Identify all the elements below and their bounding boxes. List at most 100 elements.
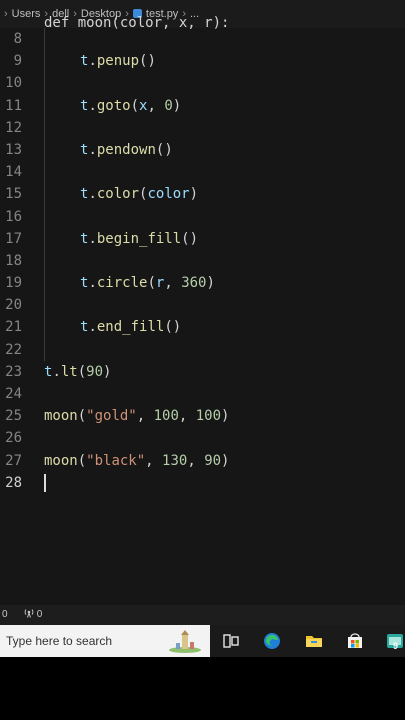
code-token: ) (103, 363, 112, 380)
code-line[interactable]: 19 t.circle(r, 360) (0, 272, 405, 295)
app-badge: 9 (393, 641, 399, 651)
task-view-icon[interactable] (222, 632, 240, 650)
text-cursor (44, 473, 46, 492)
code-token: , (136, 408, 154, 425)
code-token: () (155, 141, 173, 158)
code-token: color (96, 186, 140, 203)
code-line[interactable]: 21 t.end_fill() (0, 316, 405, 339)
indent-guide (44, 272, 45, 295)
line-number: 12 (5, 119, 22, 136)
code-line[interactable]: 15 t.color(color) (0, 183, 405, 206)
line-number: 8 (13, 31, 22, 47)
code-text: moon("black", 130, 90) (44, 450, 229, 472)
code-token: penup (96, 53, 140, 70)
code-token: ( (77, 452, 87, 469)
code-token: , (145, 452, 163, 469)
line-number: 13 (5, 141, 22, 158)
line-number: 20 (5, 297, 22, 314)
edge-icon[interactable] (263, 632, 281, 650)
indent-guide (44, 227, 45, 250)
indent-guide (44, 50, 45, 73)
status-bar: 0 0 (0, 605, 405, 625)
code-token: ( (77, 408, 87, 425)
code-text: t.circle(r, 360) (80, 272, 215, 294)
code-line[interactable]: 22 (0, 338, 405, 361)
code-token: circle (96, 275, 148, 292)
code-token: end_fill (96, 319, 165, 336)
code-token: . (88, 230, 97, 247)
code-text: t.lt(90) (44, 361, 111, 383)
line-number: 17 (5, 230, 22, 247)
taskbar-search[interactable]: Type here to search (0, 625, 210, 657)
line-number: 24 (5, 386, 22, 402)
indent-guide (44, 28, 45, 51)
indent-guide (44, 205, 45, 228)
search-highlight-icon (169, 630, 201, 653)
line-number: 16 (5, 208, 22, 225)
indent-guide (44, 294, 45, 317)
code-token: , (147, 97, 165, 114)
code-token: 90 (86, 363, 104, 380)
code-line[interactable]: 25 moon("gold", 100, 100) (0, 405, 405, 427)
line-number: 9 (13, 53, 22, 70)
code-token: 0 (164, 97, 173, 114)
code-token: begin_fill (96, 230, 182, 247)
code-line[interactable]: 18 (0, 249, 405, 273)
code-editor[interactable]: › Users › dell › Desktop › test.py ›... def moon… (0, 0, 405, 605)
code-token: ) (221, 452, 230, 469)
code-line[interactable]: 28 (0, 472, 405, 494)
code-area[interactable]: def moon(color, x, r): 8 9 t.penup() 10 11 t.g… (0, 15, 405, 494)
screen: › Users › dell › Desktop › test.py ›... def moon… (0, 0, 405, 720)
code-line[interactable]: 27 moon("black", 130, 90) (0, 450, 405, 472)
errors-count[interactable]: 0 (2, 605, 8, 625)
ports-status[interactable]: 0 (24, 605, 42, 625)
code-line[interactable]: 13 t.pendown() (0, 138, 405, 162)
line-number: 23 (5, 363, 22, 380)
code-text: t.pendown() (80, 139, 173, 161)
indent-guide (44, 338, 45, 361)
code-text: t.goto(x, 0) (80, 95, 181, 117)
code-token: ) (189, 186, 199, 203)
indent-guide (44, 183, 45, 206)
line-number: 21 (5, 319, 22, 336)
code-line[interactable]: 20 (0, 294, 405, 317)
line-number: 18 (5, 252, 22, 269)
code-line[interactable]: 8 (0, 28, 405, 51)
code-text: t.color(color) (80, 183, 198, 205)
code-token: . (88, 53, 97, 70)
code-token: goto (96, 97, 131, 114)
radio-tower-icon (24, 609, 34, 618)
code-line[interactable]: 26 (0, 427, 405, 449)
code-line[interactable]: 11 t.goto(x, 0) (0, 94, 405, 117)
code-line[interactable]: 14 (0, 161, 405, 184)
code-text: moon("gold", 100, 100) (44, 405, 229, 427)
code-token: pendown (96, 141, 156, 158)
file-explorer-icon[interactable] (305, 632, 323, 650)
indent-guide (44, 116, 45, 139)
code-line[interactable]: 24 (0, 383, 405, 405)
code-token: , (164, 275, 182, 292)
code-line[interactable]: 23 t.lt(90) (0, 361, 405, 383)
code-line[interactable]: 9 t.penup() (0, 50, 405, 73)
search-placeholder: Type here to search (6, 634, 113, 648)
code-line[interactable]: 10 (0, 72, 405, 95)
indent-guide (44, 138, 45, 162)
indent-guide (44, 161, 45, 184)
code-token: ( (130, 97, 140, 114)
code-line[interactable]: 12 (0, 116, 405, 139)
store-icon[interactable] (346, 632, 364, 650)
code-token: "black" (86, 452, 146, 469)
code-token: ) (221, 408, 230, 425)
code-token: . (88, 319, 97, 336)
code-token: lt (60, 363, 78, 380)
code-token: ) (206, 275, 215, 292)
code-token: () (139, 53, 156, 70)
code-line[interactable]: 16 (0, 205, 405, 228)
code-token: moon (44, 452, 78, 469)
code-line[interactable]: 17 t.begin_fill() (0, 227, 405, 250)
code-token: . (88, 186, 97, 203)
indent-guide (44, 316, 45, 339)
line-number: 11 (5, 97, 22, 114)
ports-count: 0 (36, 609, 43, 620)
line-number: 22 (5, 341, 22, 358)
